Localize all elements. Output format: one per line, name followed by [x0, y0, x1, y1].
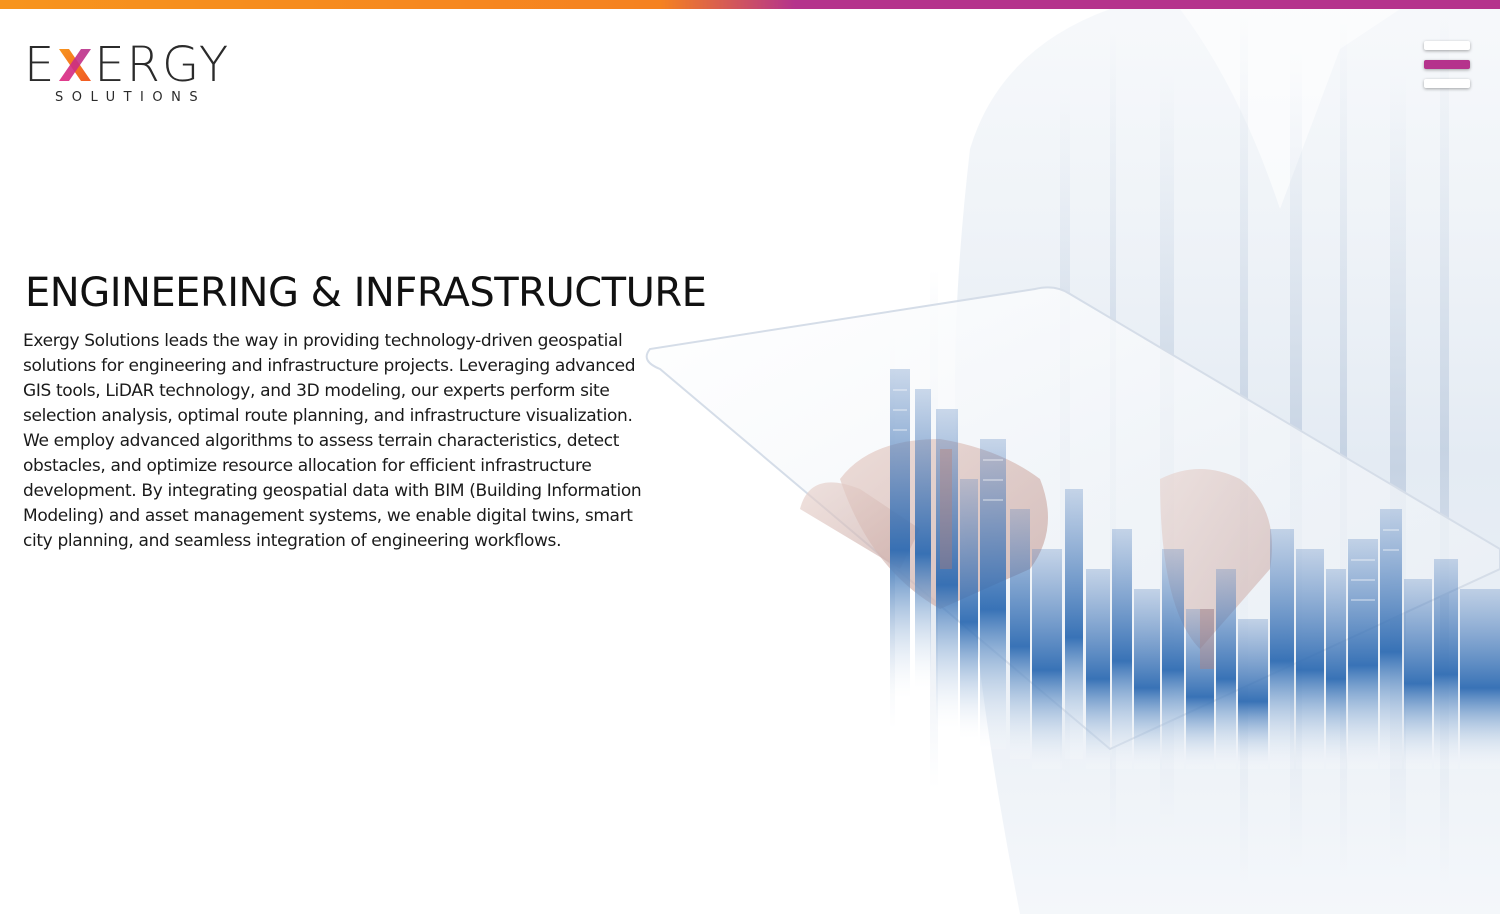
logo-letter-e: E: [24, 37, 57, 93]
menu-line-middle: [1424, 60, 1470, 69]
brand-logo[interactable]: E ERGY SOLUTIONS: [24, 38, 264, 110]
page-title: ENGINEERING & INFRASTRUCTURE: [25, 270, 707, 316]
menu-line-bottom: [1424, 79, 1470, 88]
hero-image: [640, 9, 1500, 914]
logo-letters-rest: ERGY: [94, 37, 231, 93]
logo-wordmark: E ERGY: [24, 38, 230, 92]
logo-tagline: SOLUTIONS: [55, 90, 207, 105]
description-paragraph: Exergy Solutions leads the way in provid…: [23, 331, 642, 551]
top-accent-bar: [0, 0, 1500, 9]
logo-x-mark-icon: [57, 42, 93, 82]
page: E ERGY SOLUTIONS ENGINEERING & INFRASTRU…: [0, 0, 1500, 914]
menu-line-top: [1424, 41, 1470, 50]
hamburger-menu-icon[interactable]: [1422, 39, 1474, 91]
